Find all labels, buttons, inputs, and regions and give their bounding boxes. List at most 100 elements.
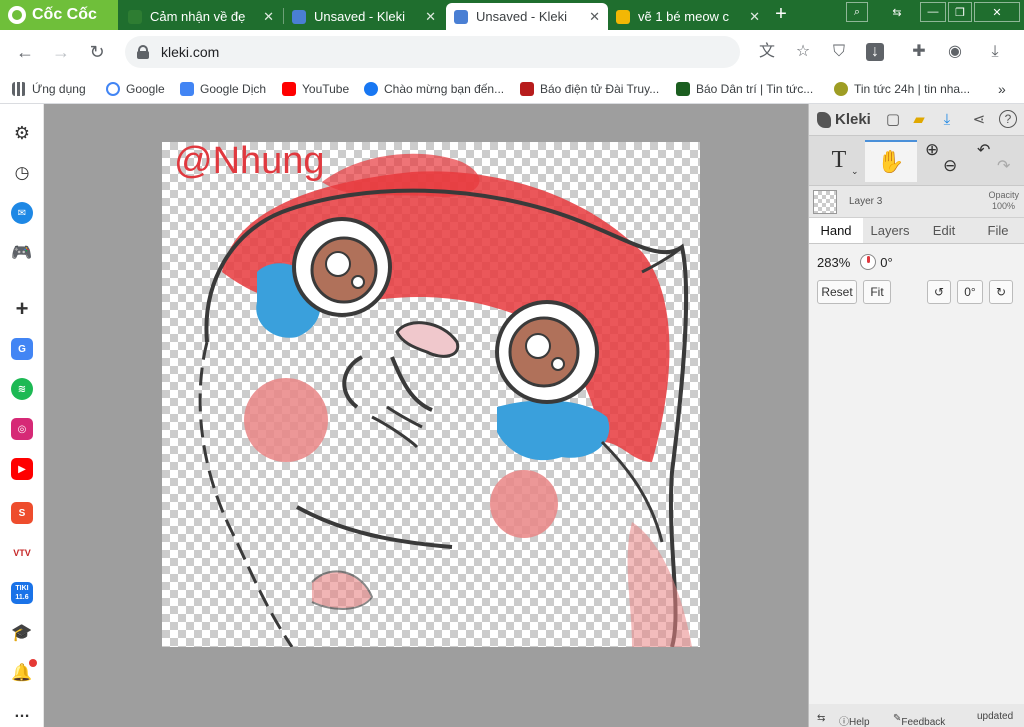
rotate-right-icon[interactable]: ↻ (989, 280, 1013, 304)
bookmark-apps[interactable]: Ứng dụng (12, 80, 86, 98)
save-download-icon[interactable]: ⤓ (937, 110, 957, 130)
shopee-icon[interactable]: S (11, 502, 33, 524)
compass-icon[interactable] (860, 254, 877, 270)
bookmark-vov[interactable]: Báo điện tử Đài Truy... (520, 80, 659, 98)
cat-drawing (198, 153, 692, 647)
profile-icon[interactable]: ◉ (946, 43, 964, 61)
forward-button[interactable]: → (50, 41, 72, 63)
bookmark-label: Báo điện tử Đài Truy... (540, 82, 660, 96)
tab-ve-meow[interactable]: vẽ 1 bé meow c ✕ (608, 3, 768, 30)
right-cheek (490, 470, 558, 538)
collapse-panel-icon[interactable]: ⇆ (817, 713, 825, 724)
bookmark-youtube[interactable]: YouTube (282, 80, 349, 98)
download-video-icon[interactable]: ↓ (866, 43, 884, 61)
bookmark-label: Chào mừng bạn đến... (384, 82, 505, 96)
youtube-icon (282, 82, 296, 96)
rotate-left-icon[interactable]: ↺ (927, 280, 951, 304)
restore-button[interactable]: ❐ (948, 2, 972, 22)
game-controller-icon[interactable]: 🎮 (11, 242, 33, 264)
bookmark-label: Ứng dụng (32, 82, 86, 96)
fit-button[interactable]: Fit (863, 280, 891, 304)
zoom-readout: 283% 0° (817, 254, 893, 270)
back-button[interactable]: ← (14, 41, 36, 63)
tab-file[interactable]: File (971, 218, 1024, 243)
messenger-icon[interactable]: ✉ (11, 202, 33, 224)
tab-title: Unsaved - Kleki (476, 9, 568, 24)
graduation-cap-icon[interactable]: 🎓 (11, 622, 33, 644)
open-folder-icon[interactable]: ▰ (909, 110, 929, 130)
zoom-out-icon[interactable]: ⊖ (943, 156, 957, 176)
history-icon[interactable]: ◷ (11, 162, 33, 184)
close-window-button[interactable]: ✕ (974, 2, 1020, 22)
watermark-text: @Nhung (174, 142, 325, 182)
text-tool-button[interactable]: T ⌄ (815, 140, 863, 182)
tab-kleki-active[interactable]: Unsaved - Kleki ✕ (446, 3, 608, 30)
text-tool-icon: T (831, 147, 847, 173)
url-text: kleki.com (161, 44, 220, 60)
reload-button[interactable]: ↻ (86, 41, 108, 63)
facebook-icon (364, 82, 378, 96)
share-icon[interactable]: ⋖ (969, 110, 989, 130)
bookmark-google-translate[interactable]: Google Dịch (180, 80, 266, 98)
rotation-value[interactable]: 0° (957, 280, 983, 304)
vtv-icon[interactable]: VTV (11, 542, 33, 564)
minimize-button[interactable]: — (920, 2, 946, 22)
address-bar[interactable]: kleki.com (125, 36, 740, 68)
redo-icon[interactable]: ↷ (997, 156, 1010, 176)
new-tab-button[interactable]: + (770, 4, 792, 26)
active-layer-row[interactable]: Layer 3 Opacity 100% (809, 186, 1024, 218)
drawing-canvas[interactable]: @Nhung (162, 142, 700, 647)
bookmark-24h[interactable]: Tin tức 24h | tin nha... (834, 80, 970, 98)
right-eye (495, 300, 599, 404)
kleki-favicon-icon (292, 9, 306, 24)
bookmark-facebook[interactable]: Chào mừng bạn đến... (364, 80, 504, 98)
browser-sidebar: ⚙ ◷ ✉ 🎮 + G ≋ ◎ ▶ S VTV TIKI 11.6 🎓 🔔 … (0, 104, 44, 727)
bookmarks-overflow-button[interactable]: » (998, 80, 1006, 98)
tab-layers[interactable]: Layers (863, 218, 917, 243)
close-tab-icon[interactable]: ✕ (589, 9, 600, 25)
paw (311, 570, 374, 610)
settings-gear-icon[interactable]: ⚙ (11, 122, 33, 144)
tab-kleki-1[interactable]: Unsaved - Kleki ✕ (284, 3, 444, 30)
translate-icon[interactable]: 文 (758, 43, 776, 61)
help-link[interactable]: ⓘ Help (839, 713, 870, 727)
close-tab-icon[interactable]: ✕ (425, 9, 436, 25)
reset-button[interactable]: Reset (817, 280, 857, 304)
dantri-icon (676, 82, 690, 96)
zoom-in-icon[interactable]: ⊕ (925, 140, 939, 160)
browser-brand[interactable]: Cốc Cốc (0, 0, 118, 30)
instagram-icon[interactable]: ◎ (11, 418, 33, 440)
close-tab-icon[interactable]: ✕ (263, 9, 274, 25)
google-translate-sidebar-icon[interactable]: G (11, 338, 33, 360)
kleki-logo[interactable]: Kleki (817, 111, 871, 128)
downloads-icon[interactable]: ⤓ (986, 43, 1004, 61)
tab-hand[interactable]: Hand (809, 218, 863, 243)
bookmark-google[interactable]: Google (106, 80, 165, 98)
new-image-icon[interactable]: ▢ (883, 110, 903, 130)
hand-tool-button[interactable]: ✋ (865, 140, 917, 182)
close-tab-icon[interactable]: ✕ (749, 9, 760, 25)
24h-icon (834, 82, 848, 96)
owl-favicon-icon (128, 9, 142, 24)
tab-title: Unsaved - Kleki (314, 9, 406, 24)
bookmark-label: Google (126, 82, 165, 96)
youtube-sidebar-icon[interactable]: ▶ (11, 458, 33, 480)
layer-thumbnail (813, 190, 837, 214)
spotify-icon[interactable]: ≋ (11, 378, 33, 400)
bookmark-star-icon[interactable]: ☆ (794, 43, 812, 61)
tiki-icon[interactable]: TIKI 11.6 (11, 582, 33, 604)
shield-icon[interactable]: ⛉ (830, 43, 848, 61)
more-icon[interactable]: … (11, 702, 33, 724)
tab-search-icon[interactable]: ⌕ (846, 2, 868, 22)
help-icon[interactable]: ? (999, 110, 1017, 128)
add-sidebar-app-icon[interactable]: + (11, 296, 33, 321)
sidebar-toggle-icon[interactable]: ⇆ (888, 2, 906, 22)
blue-patch-right (497, 400, 610, 461)
tab-cam-nhan[interactable]: Cảm nhận về đẹ ✕ (120, 3, 282, 30)
extensions-icon[interactable]: ✚ (910, 43, 928, 61)
tab-edit[interactable]: Edit (917, 218, 971, 243)
bookmark-dantri[interactable]: Báo Dân trí | Tin tức... (676, 80, 813, 98)
zoom-buttons: ⊕ ⊖ (921, 140, 965, 182)
undo-icon[interactable]: ↶ (977, 140, 990, 160)
feedback-link[interactable]: ✎ Feedback (893, 713, 945, 727)
